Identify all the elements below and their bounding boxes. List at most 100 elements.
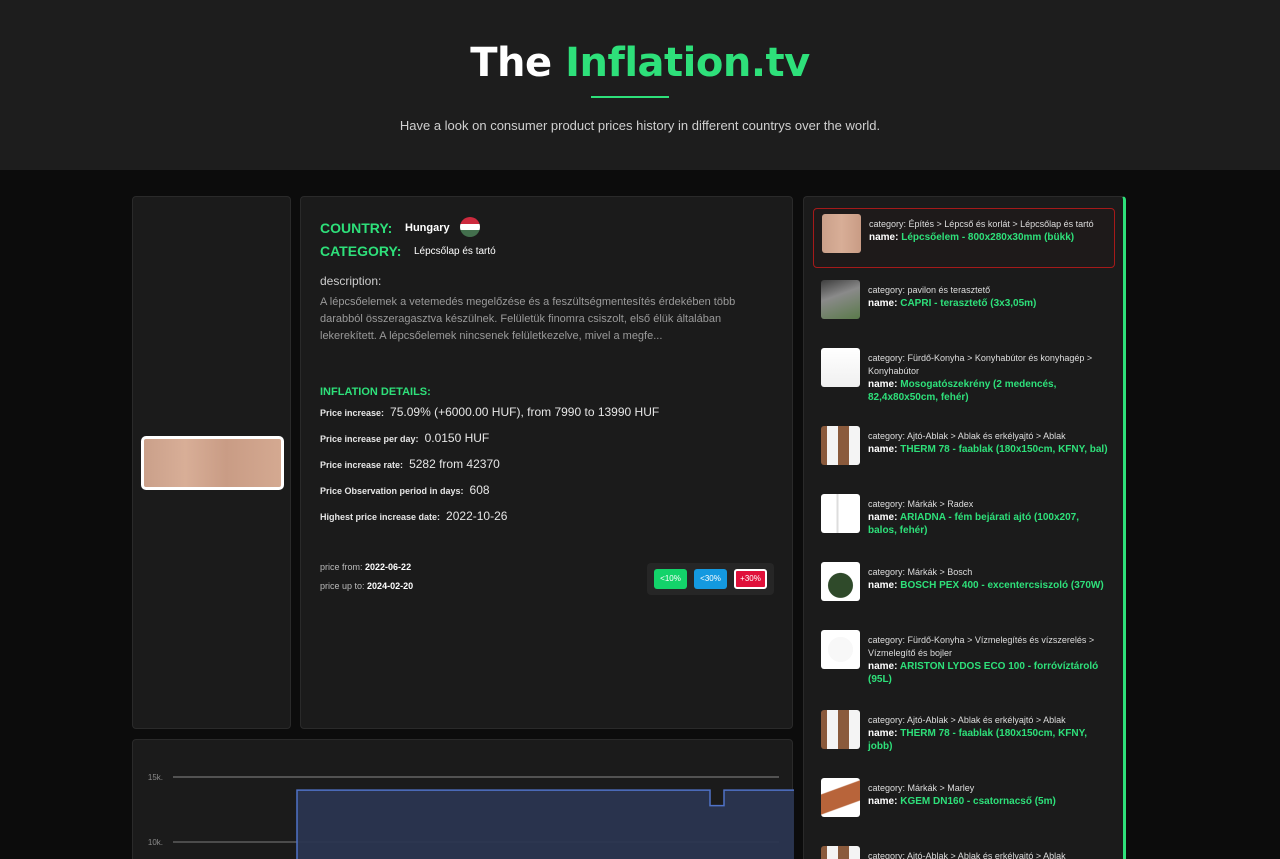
name-label: name:: [868, 379, 901, 390]
name-label: name:: [869, 232, 902, 243]
stat-label: Price increase rate:: [320, 460, 404, 470]
product-thumb[interactable]: [821, 348, 860, 387]
price-chart: 15k. 10k.: [148, 773, 794, 859]
list-item[interactable]: category: Márkák > Bosch name: BOSCH PEX …: [813, 557, 1115, 609]
inflation-stat: Price increase: 75.09% (+6000.00 HUF), fr…: [320, 405, 659, 419]
y-tick-label: 15k.: [148, 773, 163, 782]
category-label: category:: [868, 715, 908, 725]
badge-under-10[interactable]: <10%: [654, 569, 687, 589]
inflation-stat: Highest price increase date: 2022-10-26: [320, 509, 507, 523]
description-text: A lépcsőelemek a vetemedés megelőzése és…: [320, 296, 736, 342]
hungary-flag-icon: [460, 217, 480, 237]
badge-under-30[interactable]: <30%: [694, 569, 727, 589]
name-label: name:: [868, 796, 901, 807]
title-accent: Inflation.tv: [565, 40, 810, 86]
product-thumb[interactable]: [822, 214, 861, 253]
product-list[interactable]: category: Építés > Lépcső és korlát > Lé…: [803, 196, 1126, 859]
product-thumbnail[interactable]: [141, 436, 284, 490]
title-underline: [591, 96, 669, 98]
price-from-value: 2022-06-22: [365, 562, 412, 572]
product-thumb[interactable]: [821, 280, 860, 319]
price-to-value: 2024-02-20: [367, 581, 414, 591]
stat-value: 608: [469, 483, 490, 497]
description-label: description:: [320, 274, 382, 288]
inflation-stat: Price increase per day: 0.0150 HUF: [320, 431, 489, 445]
list-item[interactable]: category: Márkák > Radex name: ARIADNA - …: [813, 489, 1115, 541]
list-item[interactable]: category: Építés > Lépcső és korlát > Lé…: [813, 208, 1115, 268]
item-category: Márkák > Bosch: [907, 567, 973, 577]
inflation-heading: INFLATION DETAILS:: [320, 386, 431, 398]
name-label: name:: [868, 661, 900, 672]
item-category: pavilon és terasztető: [907, 285, 991, 295]
item-category: Márkák > Radex: [907, 499, 974, 509]
list-item-text: category: Fürdő-Konyha > Vízmelegítés és…: [868, 634, 1110, 686]
item-name[interactable]: ARISTON LYDOS ECO 100 - forróvíztároló (…: [868, 661, 1098, 685]
price-chart-panel: 15k. 10k.: [132, 739, 794, 859]
list-item[interactable]: category: Ajtó-Ablak > Ablak és erkélyaj…: [813, 841, 1115, 859]
stat-label: Price increase:: [320, 408, 385, 418]
product-thumb[interactable]: [821, 846, 860, 859]
stat-value: 0.0150 HUF: [424, 431, 490, 445]
product-info-panel: COUNTRY: Hungary CATEGORY: Lépcsőlap és …: [300, 196, 793, 729]
stat-label: Highest price increase date:: [320, 512, 441, 522]
item-name[interactable]: KGEM DN160 - csatornacső (5m): [900, 796, 1056, 807]
item-category: Ajtó-Ablak > Ablak és erkélyajtó > Ablak: [907, 431, 1066, 441]
filter-badges: <10% <30% +30%: [647, 563, 774, 595]
item-name[interactable]: CAPRI - terasztető (3x3,05m): [900, 298, 1036, 309]
inflation-stat: Price increase rate: 5282 from 42370: [320, 457, 500, 471]
item-name[interactable]: THERM 78 - faablak (180x150cm, KFNY, job…: [868, 728, 1087, 752]
site-title[interactable]: The Inflation.tv: [0, 40, 1280, 86]
stat-label: Price increase per day:: [320, 434, 419, 444]
list-item[interactable]: category: Márkák > Marley name: KGEM DN16…: [813, 773, 1115, 825]
list-item-text: category: Ajtó-Ablak > Ablak és erkélyaj…: [868, 430, 1110, 456]
price-from-label: price from:: [320, 562, 363, 572]
price-to: price up to: 2024-02-20: [320, 581, 413, 591]
badge-over-30[interactable]: +30%: [734, 569, 767, 589]
category-label: category:: [868, 353, 908, 363]
item-name[interactable]: ARIADNA - fém bejárati ajtó (100x207, ba…: [868, 512, 1079, 536]
category-label: category:: [868, 285, 908, 295]
stat-value: 2022-10-26: [446, 509, 508, 523]
product-thumb[interactable]: [821, 426, 860, 465]
category-label: category:: [868, 567, 908, 577]
name-label: name:: [868, 728, 901, 739]
category-value: Lépcsőlap és tartó: [414, 246, 496, 257]
item-name[interactable]: Lépcsőelem - 800x280x30mm (bükk): [901, 232, 1074, 243]
stat-value: 5282 from 42370: [409, 457, 500, 471]
item-category: Építés > Lépcső és korlát > Lépcsőlap és…: [908, 219, 1094, 229]
product-thumb[interactable]: [821, 778, 860, 817]
site-subtitle: Have a look on consumer product prices h…: [399, 118, 881, 133]
product-thumb[interactable]: [821, 562, 860, 601]
list-item-text: category: pavilon és terasztető name: CAP…: [868, 284, 1110, 310]
stat-label: Price Observation period in days:: [320, 486, 464, 496]
item-category: Ajtó-Ablak > Ablak és erkélyajtó > Ablak: [907, 851, 1066, 859]
list-item[interactable]: category: pavilon és terasztető name: CAP…: [813, 275, 1115, 327]
stat-value: 75.09% (+6000.00 HUF), from 7990 to 1399…: [390, 405, 660, 419]
list-item-text: category: Ajtó-Ablak > Ablak és erkélyaj…: [868, 714, 1110, 753]
list-item[interactable]: category: Ajtó-Ablak > Ablak és erkélyaj…: [813, 705, 1115, 757]
list-item[interactable]: category: Fürdő-Konyha > Vízmelegítés és…: [813, 625, 1115, 685]
price-from: price from: 2022-06-22: [320, 562, 411, 572]
item-name[interactable]: BOSCH PEX 400 - excentercsiszoló (370W): [900, 580, 1103, 591]
title-prefix: The: [470, 40, 566, 86]
product-thumb[interactable]: [821, 710, 860, 749]
category-label: category:: [868, 431, 908, 441]
list-item[interactable]: category: Fürdő-Konyha > Konyhabútor és …: [813, 343, 1115, 403]
list-item-text: category: Ajtó-Ablak > Ablak és erkélyaj…: [868, 850, 1110, 859]
item-category: Ajtó-Ablak > Ablak és erkélyajtó > Ablak: [907, 715, 1066, 725]
category-label: category:: [868, 851, 908, 859]
list-item-text: category: Építés > Lépcső és korlát > Lé…: [869, 218, 1111, 244]
list-item-text: category: Márkák > Bosch name: BOSCH PEX …: [868, 566, 1110, 592]
list-item[interactable]: category: Ajtó-Ablak > Ablak és erkélyaj…: [813, 421, 1115, 473]
price-area: [297, 790, 794, 859]
category-label: category:: [868, 783, 908, 793]
name-label: name:: [868, 580, 901, 591]
item-name[interactable]: THERM 78 - faablak (180x150cm, KFNY, bal…: [900, 444, 1107, 455]
category-label: category:: [868, 499, 908, 509]
category-label: category:: [868, 635, 908, 645]
inflation-stat: Price Observation period in days: 608: [320, 483, 490, 497]
product-thumb[interactable]: [821, 630, 860, 669]
list-item-text: category: Márkák > Radex name: ARIADNA - …: [868, 498, 1110, 537]
site-header: The Inflation.tv Have a look on consumer…: [0, 0, 1280, 170]
product-thumb[interactable]: [821, 494, 860, 533]
